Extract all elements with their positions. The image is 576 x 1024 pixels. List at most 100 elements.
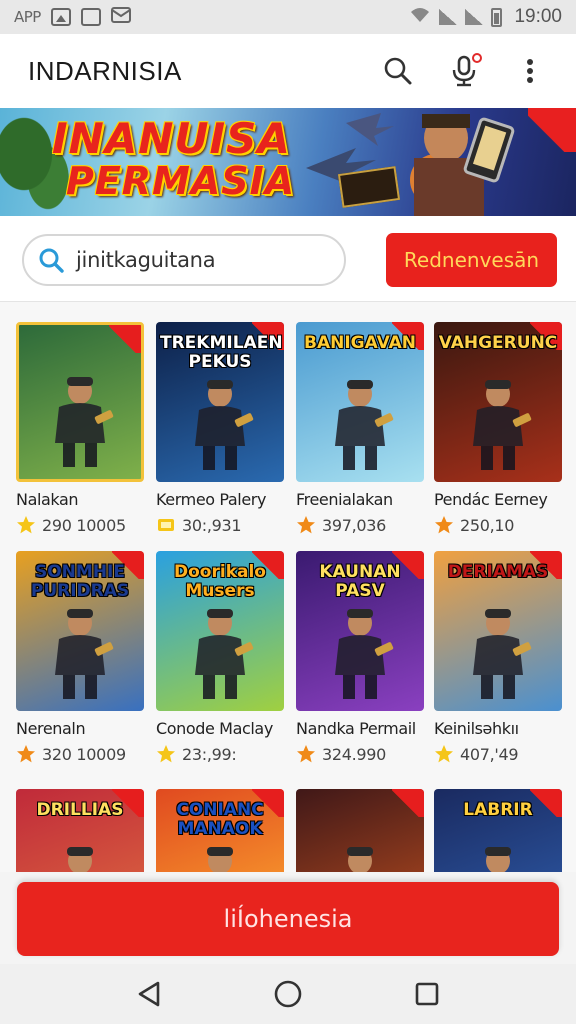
game-thumbnail[interactable]: LABRIR [434, 789, 562, 872]
star-icon [158, 519, 174, 531]
voice-search-button[interactable] [446, 53, 482, 89]
game-rating: 320 10009 [16, 744, 144, 764]
app-notification-icon [80, 8, 101, 26]
status-bar: APP 19:00 [0, 0, 576, 34]
home-icon [274, 980, 302, 1008]
star-icon [297, 745, 315, 763]
game-thumbnail[interactable]: BANIGAVAN [296, 322, 424, 482]
game-thumbnail[interactable]: CONIANC MANAOK [156, 789, 284, 872]
game-thumbnail[interactable]: TREKMILAEN PEKUS [156, 322, 284, 482]
star-icon [17, 745, 35, 763]
game-rating: 23:,99: [156, 744, 284, 764]
recents-button[interactable] [407, 974, 447, 1014]
rating-value: 397,036 [322, 515, 387, 535]
game-thumbnail[interactable] [296, 789, 424, 872]
more-vert-icon [527, 59, 533, 83]
thumbnail-title-art: DRILLIAS [36, 800, 124, 820]
game-title: Nandka Permail [296, 719, 416, 738]
app-bar: INDARNISIA [0, 34, 576, 108]
game-character-art [473, 380, 532, 470]
game-character-art [207, 847, 233, 872]
game-character-art [55, 609, 114, 699]
thumbnail-title-art: VAHGERUNC [438, 333, 558, 353]
game-thumbnail[interactable]: VAHGERUNC [434, 322, 562, 482]
game-card[interactable]: SONMHIE PURIDRAS Nerenaln 320 10009 [16, 551, 144, 764]
search-row: jinitkaguitana Rednenvesān [0, 216, 576, 302]
game-title: Kermeo Palery [156, 490, 267, 509]
rating-value: 250,10 [460, 515, 515, 535]
game-rating: 30:,931 [156, 515, 284, 535]
game-card[interactable] [296, 789, 424, 872]
star-icon [435, 516, 453, 534]
game-character-art [347, 847, 373, 872]
thumbnail-title-art: SONMHIE PURIDRAS [30, 562, 130, 601]
game-card[interactable]: KAUNAN PASV Nandka Permail 324.990 [296, 551, 424, 764]
game-rating: 324.990 [296, 744, 424, 764]
game-thumbnail[interactable]: SONMHIE PURIDRAS [16, 551, 144, 711]
rating-value: 324.990 [322, 744, 387, 764]
game-title: Conode Maclay [156, 719, 273, 738]
game-rating: 407,'49 [434, 744, 562, 764]
star-icon [297, 516, 315, 534]
image-notification-icon [50, 8, 71, 26]
game-thumbnail[interactable]: DERIAMAS [434, 551, 562, 711]
banner-title-line2: PERMASIA [66, 159, 296, 203]
back-icon [139, 981, 160, 1007]
app-bar-actions [380, 53, 548, 89]
search-icon [384, 57, 412, 85]
thumbnail-title-art: LABRIR [463, 800, 533, 820]
game-card[interactable]: VAHGERUNC Pendác Eerney 250,10 [434, 322, 562, 535]
thumbnail-title-art: TREKMILAEN PEKUS [160, 333, 283, 372]
thumbnail-title-art: CONIANC MANAOK [176, 800, 264, 839]
banner-title: INANUISA PERMASIA [52, 118, 296, 203]
redeem-button[interactable]: Rednenvesān [386, 233, 557, 287]
primary-action-button[interactable]: liÍohenesia [17, 882, 559, 956]
game-thumbnail[interactable]: KAUNAN PASV [296, 551, 424, 711]
game-title: Freenialakan [296, 490, 393, 509]
home-button[interactable] [268, 974, 308, 1014]
game-thumbnail[interactable]: Doorikalo Musers [156, 551, 284, 711]
game-card[interactable]: LABRIR [434, 789, 562, 872]
game-rating: 397,036 [296, 515, 424, 535]
game-card[interactable]: Nalakan 290 10005 [16, 322, 144, 535]
app-title: INDARNISIA [28, 55, 182, 86]
corner-ribbon [109, 325, 141, 353]
game-character-art [335, 609, 394, 699]
search-input-value[interactable]: jinitkaguitana [76, 248, 216, 272]
thumbnail-title-art: Doorikalo Musers [174, 562, 266, 601]
battery-icon [491, 7, 503, 27]
game-rating: 290 10005 [16, 515, 144, 535]
game-card[interactable]: BANIGAVAN Freenialakan 397,036 [296, 322, 424, 535]
game-card[interactable]: Doorikalo Musers Conode Maclay 23:,99: [156, 551, 284, 764]
game-card[interactable]: DRILLIAS [16, 789, 144, 872]
star-icon [157, 745, 175, 763]
star-icon [435, 745, 453, 763]
game-title: Nalakan [16, 490, 79, 509]
game-card[interactable]: TREKMILAEN PEKUS Kermeo Palery 30:,931 [156, 322, 284, 535]
search-button[interactable] [380, 53, 416, 89]
game-character-art [195, 609, 254, 699]
thumbnail-title-art: DERIAMAS [447, 562, 549, 582]
star-icon [17, 516, 35, 534]
game-card[interactable]: CONIANC MANAOK [156, 789, 284, 872]
thumbnail-title-art: KAUNAN PASV [319, 562, 401, 601]
wifi-icon [409, 6, 431, 29]
back-button[interactable] [129, 974, 169, 1014]
search-input[interactable]: jinitkaguitana [22, 234, 346, 286]
banner-corner-ribbon [528, 108, 576, 152]
thumbnail-title-art: BANIGAVAN [303, 333, 416, 353]
signal-icon-2 [465, 9, 484, 25]
status-app-label: APP [14, 8, 41, 26]
status-left: APP [14, 7, 131, 27]
game-character-art [335, 380, 394, 470]
promo-banner[interactable]: INANUISA PERMASIA [0, 108, 576, 216]
game-rating: 250,10 [434, 515, 562, 535]
game-thumbnail[interactable] [16, 322, 144, 482]
game-thumbnail[interactable]: DRILLIAS [16, 789, 144, 872]
rating-value: 23:,99: [182, 744, 237, 764]
recents-icon [415, 982, 438, 1006]
game-card[interactable]: DERIAMAS Keinilsəhkıı 407,'49 [434, 551, 562, 764]
overflow-menu-button[interactable] [512, 53, 548, 89]
mail-notification-icon [110, 7, 131, 27]
game-title: Pendác Eerney [434, 490, 548, 509]
